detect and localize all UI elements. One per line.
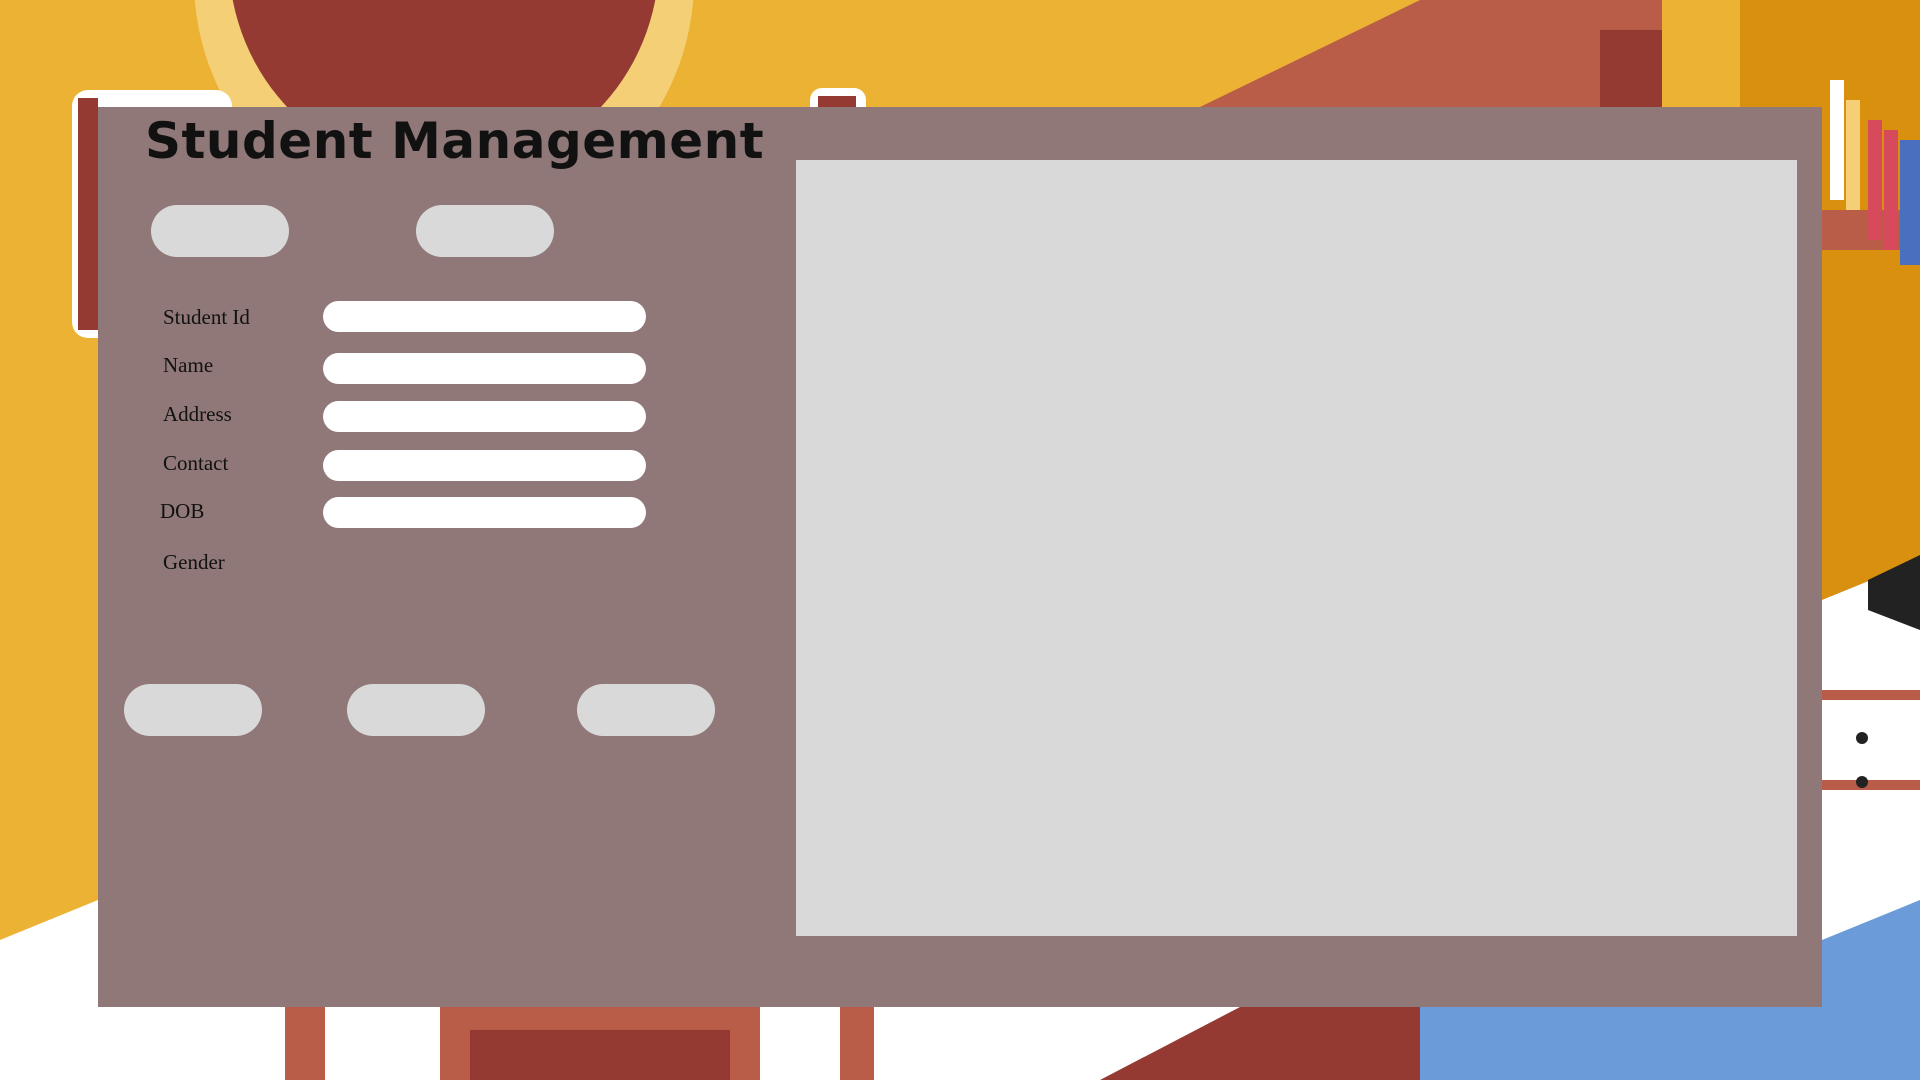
name-field[interactable] xyxy=(323,353,646,384)
contact-label: Contact xyxy=(163,451,229,475)
student-id-label: Student Id xyxy=(163,305,250,329)
bottom-action-button-3[interactable] xyxy=(577,684,715,736)
gender-label: Gender xyxy=(163,550,225,574)
bottom-action-button-1[interactable] xyxy=(124,684,262,736)
address-label: Address xyxy=(163,402,232,426)
bottom-action-button-2[interactable] xyxy=(347,684,485,736)
contact-field[interactable] xyxy=(323,450,646,481)
address-field[interactable] xyxy=(323,401,646,432)
dob-label: DOB xyxy=(160,499,205,523)
name-label: Name xyxy=(163,353,214,377)
dob-field[interactable] xyxy=(323,497,646,528)
top-action-button-1[interactable] xyxy=(151,205,289,257)
student-id-field[interactable] xyxy=(323,301,646,332)
student-table[interactable] xyxy=(796,160,1797,936)
page-title: Student Management xyxy=(145,112,765,170)
top-action-button-2[interactable] xyxy=(416,205,554,257)
